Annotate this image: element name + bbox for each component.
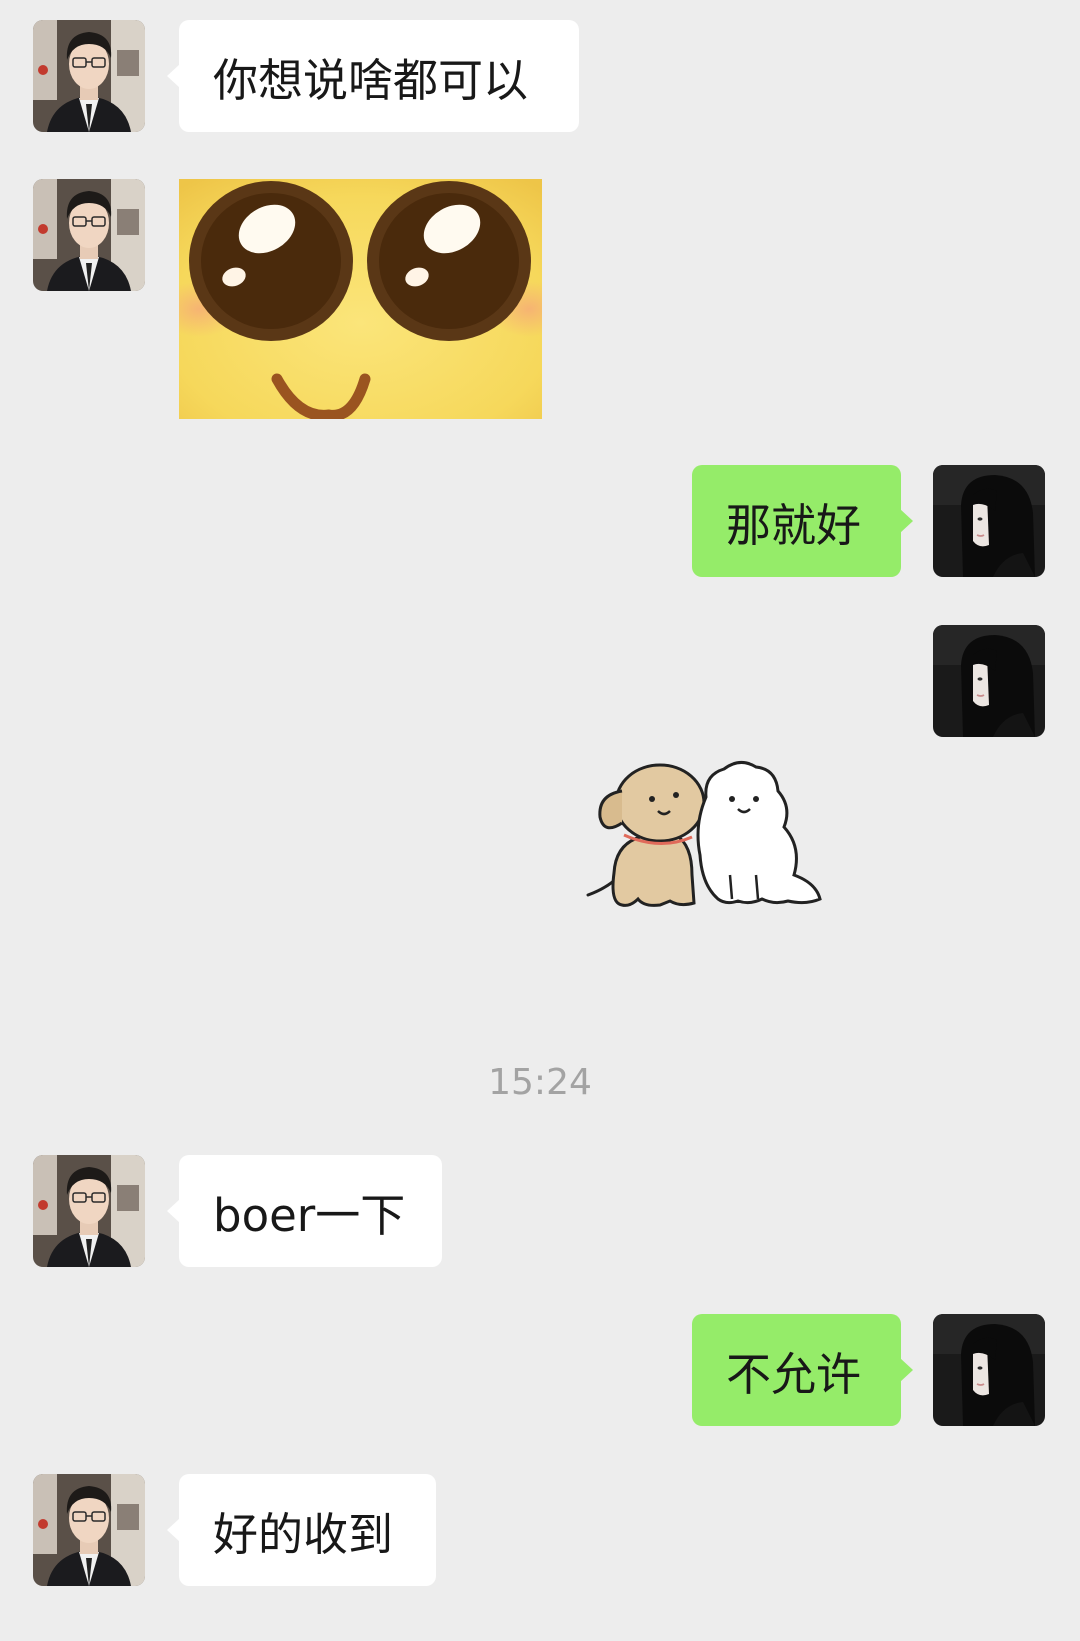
message-text: boer一下 [213,1188,406,1242]
my-avatar[interactable] [933,1314,1045,1426]
outgoing-message-bubble[interactable]: 不允许 [692,1314,913,1426]
my-avatar[interactable] [933,625,1045,737]
message-text: 那就好 [726,498,862,552]
outgoing-message-bubble[interactable]: 那就好 [692,465,913,577]
contact-avatar[interactable] [33,1474,145,1586]
contact-avatar[interactable] [33,1155,145,1267]
message-text: 好的收到 [213,1507,394,1561]
incoming-message-bubble[interactable]: boer一下 [167,1155,442,1267]
contact-avatar[interactable] [33,20,145,132]
contact-avatar[interactable] [33,179,145,291]
chat-timestamp: 15:24 [488,1062,592,1103]
cute-eyes-face-sticker[interactable] [179,179,542,419]
two-puppies-sticker[interactable] [580,755,850,915]
incoming-message-bubble[interactable]: 你想说啥都可以 [167,20,579,132]
my-avatar[interactable] [933,465,1045,577]
message-text: 不允许 [726,1347,862,1401]
incoming-message-bubble[interactable]: 好的收到 [167,1474,436,1586]
message-text: 你想说啥都可以 [213,53,529,107]
